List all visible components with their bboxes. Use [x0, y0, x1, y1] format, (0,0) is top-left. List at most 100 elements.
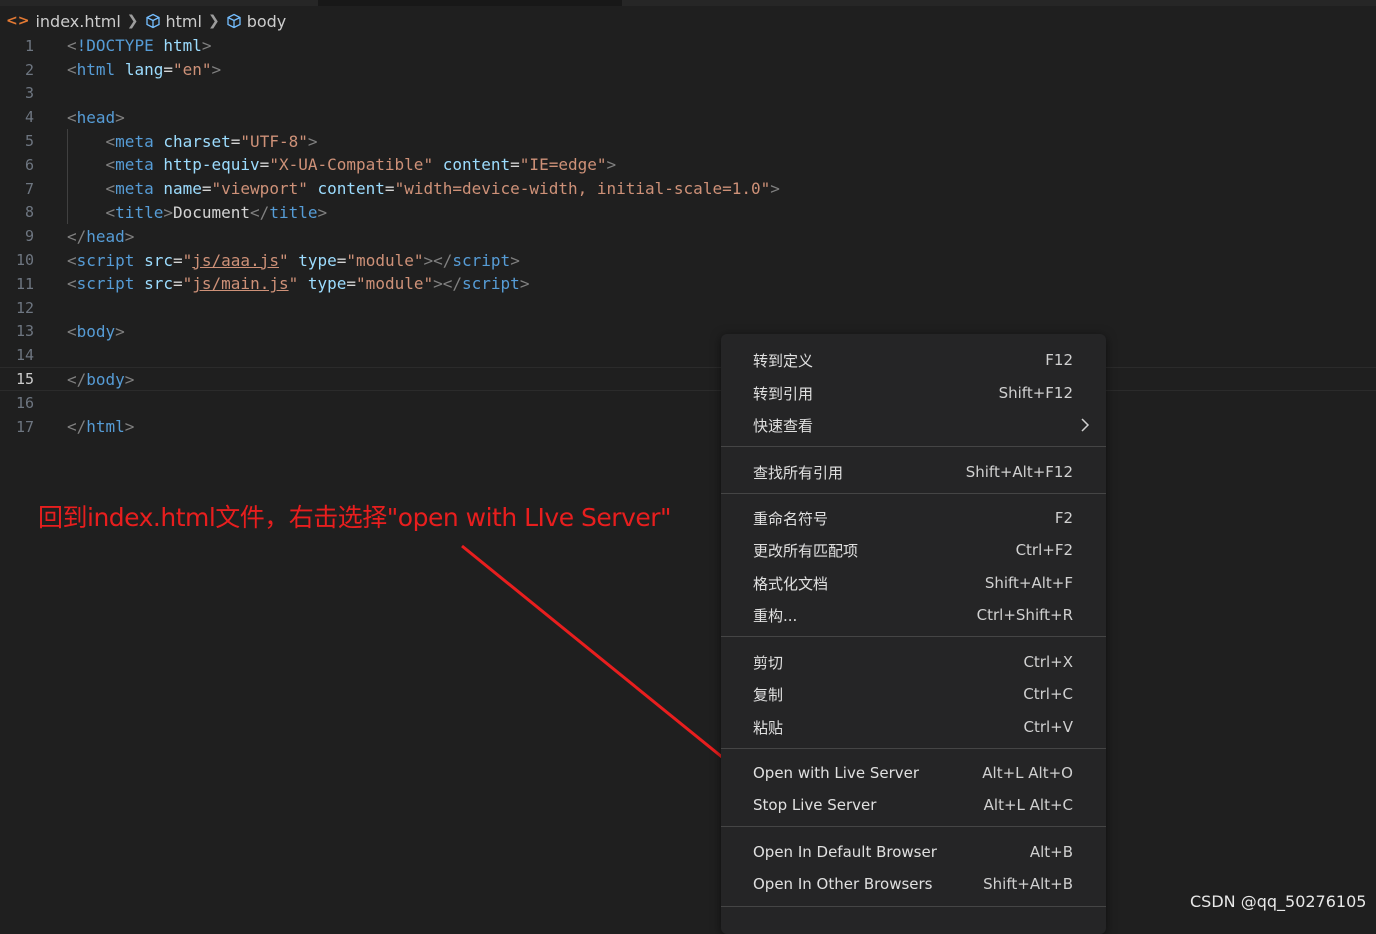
- menu-separator: [721, 636, 1106, 637]
- menu-item-shortcut: Alt+L Alt+C: [983, 796, 1073, 814]
- code-line[interactable]: 17 </html>: [0, 415, 1376, 439]
- line-number: 16: [15, 393, 34, 412]
- menu-separator: [721, 748, 1106, 749]
- code-line-current[interactable]: 15 </body>: [0, 367, 1376, 391]
- code-line[interactable]: 2 <html lang="en">: [0, 58, 1376, 82]
- code-line[interactable]: 6 <meta http-equiv="X-UA-Compatible" con…: [0, 152, 1376, 177]
- menu-item-open-with-live-server[interactable]: Open with Live Server Alt+L Alt+O: [721, 758, 1106, 788]
- menu-item-shortcut: Shift+F12: [998, 384, 1073, 402]
- menu-item-peek[interactable]: 快速查看: [721, 410, 1106, 440]
- line-number: 11: [15, 274, 34, 293]
- chevron-right-icon: ❯: [207, 13, 220, 29]
- title-bar: [0, 0, 1376, 6]
- menu-item-cut[interactable]: 剪切 Ctrl+X: [721, 647, 1106, 677]
- line-number: 13: [15, 322, 34, 341]
- code-line[interactable]: 9 </head>: [0, 224, 1376, 248]
- code-line[interactable]: 3: [0, 82, 1376, 106]
- annotation-text: 回到index.html文件，右击选择"open with LIve Serve…: [38, 503, 672, 532]
- line-number: 4: [24, 108, 34, 127]
- breadcrumb-file-label: index.html: [35, 11, 121, 31]
- code-line[interactable]: 1 <!DOCTYPE html>: [0, 34, 1376, 58]
- line-number: 7: [24, 179, 34, 198]
- menu-item-shortcut: Ctrl+V: [1023, 718, 1073, 736]
- menu-item-label: 重命名符号: [753, 509, 829, 528]
- menu-item-label: 粘贴: [753, 718, 784, 737]
- line-number: 14: [15, 346, 34, 365]
- menu-item-label: 剪切: [753, 653, 784, 672]
- menu-item-open-in-default-browser[interactable]: Open In Default Browser Alt+B: [721, 837, 1106, 867]
- chevron-right-icon: ❯: [126, 13, 139, 29]
- menu-item-label: 转到引用: [753, 384, 814, 403]
- menu-item-paste[interactable]: 粘贴 Ctrl+V: [721, 712, 1106, 742]
- breadcrumb: <> index.html ❯ html ❯ body: [6, 10, 286, 32]
- link-src[interactable]: js/aaa.js: [192, 251, 279, 270]
- line-number: 10: [15, 251, 34, 270]
- code-line[interactable]: 12: [0, 296, 1376, 320]
- menu-item-go-to-definition[interactable]: 转到定义 F12: [721, 345, 1106, 375]
- menu-item-shortcut: Ctrl+F2: [1015, 541, 1073, 559]
- code-line[interactable]: 4 <head>: [0, 105, 1376, 129]
- menu-separator: [721, 906, 1106, 907]
- code-line[interactable]: 7 <meta name="viewport" content="width=d…: [0, 176, 1376, 201]
- line-number: 5: [24, 132, 34, 151]
- menu-item-label: 复制: [753, 685, 784, 704]
- menu-item-copy[interactable]: 复制 Ctrl+C: [721, 679, 1106, 709]
- menu-item-rename-symbol[interactable]: 重命名符号 F2: [721, 503, 1106, 533]
- menu-separator: [721, 826, 1106, 827]
- menu-item-shortcut: Alt+L Alt+O: [982, 764, 1073, 782]
- line-number: 17: [15, 417, 34, 436]
- line-number: 6: [24, 155, 34, 174]
- menu-item-label: 格式化文档: [753, 574, 829, 593]
- menu-item-refactor[interactable]: 重构... Ctrl+Shift+R: [721, 600, 1106, 630]
- line-number: 8: [24, 203, 34, 222]
- menu-item-label: 转到定义: [753, 351, 814, 370]
- menu-item-change-all-occurrences[interactable]: 更改所有匹配项 Ctrl+F2: [721, 535, 1106, 565]
- menu-item-stop-live-server[interactable]: Stop Live Server Alt+L Alt+C: [721, 790, 1106, 820]
- line-number: 15: [15, 370, 34, 389]
- menu-item-label: 快速查看: [753, 416, 814, 435]
- html-file-icon: <>: [6, 13, 30, 29]
- symbol-element-icon: [145, 13, 160, 29]
- code-line[interactable]: 16: [0, 391, 1376, 415]
- tab-strip-segment: [622, 0, 1376, 6]
- menu-item-label: 重构...: [753, 606, 798, 625]
- line-number: 2: [24, 60, 34, 79]
- breadcrumb-item-label: body: [246, 11, 287, 31]
- menu-item-label: 更改所有匹配项: [753, 541, 859, 560]
- code-line[interactable]: 5 <meta charset="UTF-8">: [0, 129, 1376, 153]
- menu-separator: [721, 446, 1106, 447]
- menu-item-shortcut: Shift+Alt+B: [983, 875, 1073, 893]
- breadcrumb-item-label: html: [165, 11, 202, 31]
- menu-item-label: Stop Live Server: [753, 796, 877, 814]
- code-line[interactable]: 11 <script src="js/main.js" type="module…: [0, 272, 1376, 296]
- code-line[interactable]: 10 <script src="js/aaa.js" type="module"…: [0, 248, 1376, 272]
- breadcrumb-item-html[interactable]: html: [145, 12, 202, 31]
- code-line[interactable]: 8 <title>Document</title>: [0, 200, 1376, 225]
- symbol-element-icon: [227, 13, 241, 29]
- menu-item-label: Open In Other Browsers: [753, 875, 933, 893]
- line-number: 9: [24, 227, 34, 246]
- code-editor[interactable]: 1 <!DOCTYPE html> 2 <html lang="en"> 3 4…: [0, 34, 1376, 439]
- line-number: 3: [24, 84, 34, 103]
- watermark: CSDN @qq_50276105: [1190, 892, 1367, 911]
- menu-item-label: 查找所有引用: [753, 463, 844, 482]
- tab-strip-segment: [0, 0, 318, 6]
- menu-item-shortcut: F2: [1054, 509, 1073, 527]
- menu-item-label: Open In Default Browser: [753, 843, 937, 861]
- menu-item-find-all-references[interactable]: 查找所有引用 Shift+Alt+F12: [721, 457, 1106, 487]
- menu-item-shortcut: Ctrl+C: [1023, 685, 1073, 703]
- menu-item-go-to-references[interactable]: 转到引用 Shift+F12: [721, 378, 1106, 408]
- line-number: 1: [24, 36, 34, 55]
- menu-item-shortcut: Ctrl+Shift+R: [976, 606, 1073, 624]
- menu-item-shortcut: Shift+Alt+F: [984, 574, 1073, 592]
- menu-item-format-document[interactable]: 格式化文档 Shift+Alt+F: [721, 568, 1106, 598]
- breadcrumb-file[interactable]: <> index.html: [6, 12, 121, 31]
- link-src[interactable]: js/main.js: [192, 274, 288, 293]
- code-line[interactable]: 14: [0, 343, 1376, 367]
- line-number: 12: [15, 298, 34, 317]
- code-line[interactable]: 13 <body>: [0, 320, 1376, 344]
- breadcrumb-item-body[interactable]: body: [226, 11, 287, 31]
- menu-item-open-in-other-browsers[interactable]: Open In Other Browsers Shift+Alt+B: [721, 869, 1106, 899]
- menu-separator: [721, 493, 1106, 494]
- menu-item-label: Open with Live Server: [753, 764, 920, 782]
